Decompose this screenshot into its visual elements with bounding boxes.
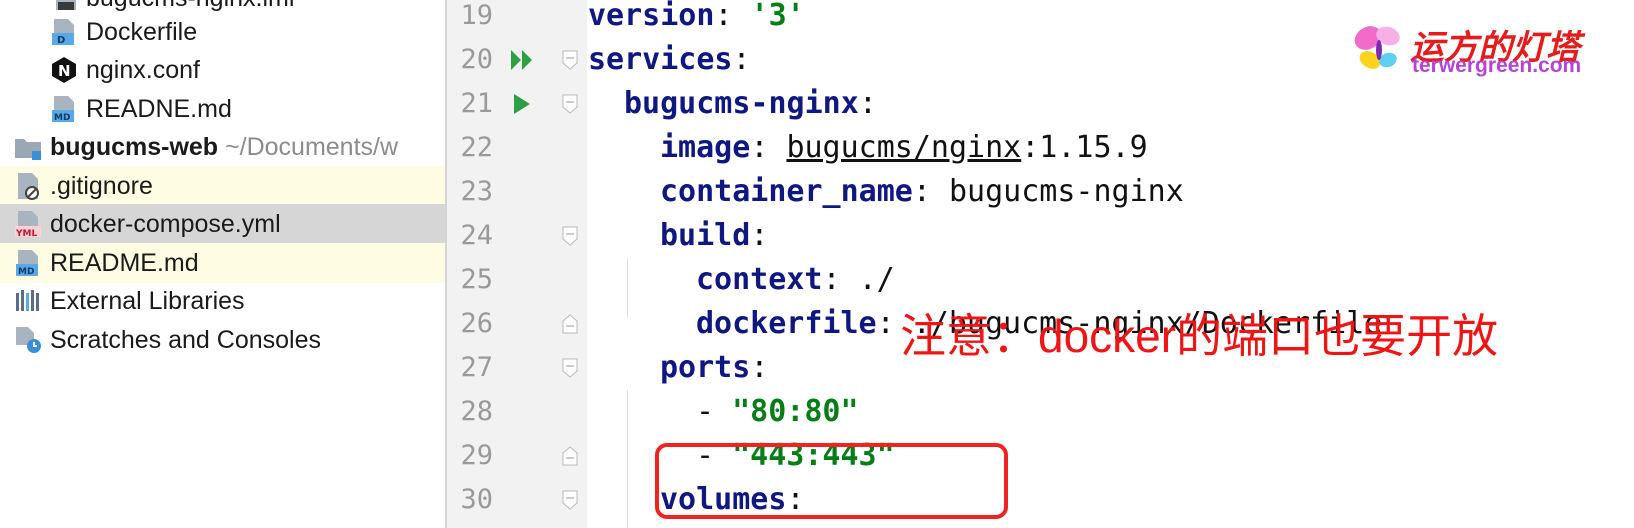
tree-item-readme-md[interactable]: MD README.md	[0, 243, 445, 283]
yaml-value: :1.15.9	[1021, 130, 1148, 165]
line-number: 21	[460, 88, 493, 119]
svg-text:YML: YML	[15, 229, 37, 238]
svg-text:N: N	[58, 62, 71, 80]
tree-item-scratches-and-consoles[interactable]: Scratches and Consoles	[0, 320, 445, 360]
code-line-19[interactable]: version: '3'	[588, 0, 805, 33]
yaml-key: bugucms-nginx	[624, 86, 859, 121]
tree-item-docker-compose-yml[interactable]: YML docker-compose.yml	[0, 204, 445, 244]
tree-item-label: Scratches and Consoles	[50, 326, 321, 354]
tree-item-label: README.md	[50, 249, 199, 277]
highlight-box	[655, 443, 1008, 519]
project-tree-panel: bugucms-nginx.iml D Dockerfile N nginx.c…	[0, 0, 445, 528]
ignore-file-icon	[18, 173, 39, 200]
fold-marker-icon[interactable]	[562, 94, 578, 114]
code-line-22[interactable]: image: bugucms/nginx:1.15.9	[588, 130, 1148, 165]
scratches-icon	[16, 327, 41, 353]
line-number: 28	[460, 396, 493, 427]
code-line-23[interactable]: container_name: bugucms-nginx	[588, 174, 1184, 209]
tree-item-label: bugucms-nginx.iml	[86, 0, 294, 11]
tree-item-nginx-conf[interactable]: N nginx.conf	[0, 50, 445, 90]
yaml-key: ports	[660, 350, 751, 385]
library-icon	[16, 290, 39, 311]
module-path: ~/Documents/w	[225, 133, 399, 161]
line-number: 22	[460, 132, 493, 163]
run-service-icon[interactable]	[510, 92, 534, 116]
line-number: 25	[460, 264, 493, 295]
watermark: 运方的灯塔 terwergreen.com	[1352, 20, 1602, 80]
fold-marker-icon[interactable]	[562, 490, 578, 510]
yaml-separator: :	[750, 130, 787, 165]
line-number: 29	[460, 440, 493, 471]
markdown-file-icon: MD	[52, 96, 74, 123]
tree-item-label: docker-compose.yml	[50, 210, 281, 238]
line-number: 27	[460, 352, 493, 383]
file-icon	[56, 0, 76, 10]
fold-end-marker-icon[interactable]	[562, 446, 578, 466]
yaml-key: container_name	[660, 174, 913, 209]
yaml-separator: :	[750, 350, 769, 385]
tree-item-label: .gitignore	[50, 172, 153, 200]
code-line-21[interactable]: bugucms-nginx:	[588, 86, 877, 121]
code-line-25[interactable]: context: ./	[588, 262, 895, 297]
fold-end-marker-icon[interactable]	[562, 314, 578, 334]
code-line-28[interactable]: - "80:80"	[588, 394, 859, 429]
code-line-20[interactable]: services:	[588, 42, 751, 77]
yaml-separator: :	[714, 0, 751, 33]
tree-item-bugucms-web[interactable]: bugucms-web ~/Documents/w	[0, 127, 445, 167]
line-number: 26	[460, 308, 493, 339]
svg-text:MD: MD	[54, 113, 70, 123]
yaml-separator: :	[912, 174, 949, 209]
yaml-separator: :	[822, 262, 859, 297]
yaml-string: '3'	[750, 0, 805, 33]
module-folder-icon	[15, 139, 41, 160]
yaml-string: "80:80"	[732, 394, 859, 429]
tree-item-label: READNE.md	[86, 95, 232, 123]
module-name: bugucms-web	[50, 133, 219, 161]
run-all-services-icon[interactable]	[510, 48, 536, 72]
markdown-file-icon: MD	[16, 250, 38, 277]
tree-item-gitignore[interactable]: .gitignore	[0, 166, 445, 206]
yaml-key: build	[660, 218, 751, 253]
yaml-separator: :	[858, 86, 877, 121]
annotation-note: 注意：docker的端口也要开放	[900, 310, 1499, 362]
image-link[interactable]: bugucms/nginx	[786, 130, 1021, 165]
line-number: 30	[460, 484, 493, 515]
line-number: 20	[460, 44, 493, 75]
tree-item-label: Dockerfile	[86, 18, 198, 46]
butterfly-logo-icon	[1354, 26, 1400, 69]
nginx-icon: N	[52, 57, 76, 83]
yaml-file-icon: YML	[15, 211, 41, 238]
yaml-key: services	[588, 42, 733, 77]
code-line-27[interactable]: ports:	[588, 350, 768, 385]
yaml-key: image	[660, 130, 751, 165]
yaml-separator: :	[750, 218, 769, 253]
yaml-separator: :	[732, 42, 751, 77]
yaml-key: dockerfile	[696, 306, 877, 341]
tree-item-label: External Libraries	[50, 287, 245, 315]
fold-marker-icon[interactable]	[562, 50, 578, 70]
list-dash: -	[696, 394, 733, 429]
line-number: 19	[460, 0, 493, 31]
line-number: 23	[460, 176, 493, 207]
yaml-value: bugucms-nginx	[949, 174, 1184, 209]
fold-marker-icon[interactable]	[562, 358, 578, 378]
tree-item-label: nginx.conf	[86, 56, 200, 84]
svg-text:MD: MD	[18, 267, 34, 277]
fold-marker-icon[interactable]	[562, 226, 578, 246]
svg-text:D: D	[57, 35, 65, 46]
yaml-key: version	[588, 0, 715, 33]
yaml-key: context	[696, 262, 823, 297]
yaml-value: ./	[858, 262, 895, 297]
line-number: 24	[460, 220, 493, 251]
dockerfile-icon: D	[52, 19, 74, 46]
tree-item-readne-md[interactable]: MD READNE.md	[0, 89, 445, 129]
watermark-site: terwergreen.com	[1412, 54, 1582, 77]
code-line-24[interactable]: build:	[588, 218, 768, 253]
tree-item-external-libraries[interactable]: External Libraries	[0, 281, 445, 321]
tree-item-dockerfile[interactable]: D Dockerfile	[0, 12, 445, 52]
